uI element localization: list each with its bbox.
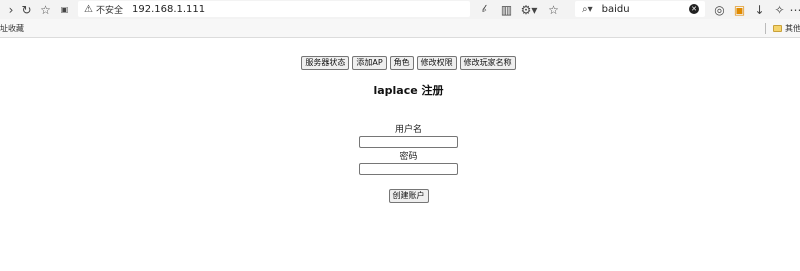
security-label[interactable]: 不安全 [96,3,123,16]
username-label: 用户名 [394,125,422,135]
search-box[interactable]: ⌕▾ baidu ✕ [575,1,705,17]
nav-button-modify-permissions[interactable]: 修改权限 [416,56,457,70]
address-bar[interactable]: ⚠ 不安全 192.168.1.111 [78,1,470,17]
forward-icon[interactable]: › [6,0,16,19]
favorite-add-icon[interactable]: ☆ [547,0,560,19]
clear-search-icon[interactable]: ✕ [689,4,699,14]
nav-bar: 服务器状态 添加AP 角色 修改权限 修改玩家名称 [0,56,800,70]
more-icon[interactable]: ⋯ [790,0,800,19]
reader-view-icon[interactable]: ▥ [500,0,513,19]
password-label: 密码 [399,152,418,162]
collection-icon[interactable]: ▣ [733,0,746,19]
extensions-dropdown-icon[interactable]: ⚙▾ [520,0,538,19]
create-account-row: 创建账户 [0,189,800,203]
url-text[interactable]: 192.168.1.111 [132,4,205,15]
warning-icon[interactable]: ⚠ [84,4,93,15]
folder-icon[interactable] [773,25,782,32]
username-field[interactable] [359,136,458,148]
browser-toolbar: › ↻ ☆ ▣ ⚠ 不安全 192.168.1.111 𝒷 ▥ ⚙▾ ☆ ⌕▾ … [0,0,800,19]
reload-icon[interactable]: ↻ [20,0,33,19]
search-icon[interactable]: ⌕▾ [582,4,593,15]
star-icon[interactable]: ☆ [39,0,52,19]
puzzle-extension-icon[interactable]: ✧ [773,0,786,19]
page-title: laplace 注册 [373,84,444,97]
nav-button-server-status[interactable]: 服务器状态 [301,56,350,70]
bookmark-other-folder[interactable]: 其他 [785,23,800,34]
screenshot-icon[interactable]: ◎ [713,0,726,19]
bookmarks-bar: 址收藏 其他 [0,19,800,38]
download-icon[interactable]: ↓ [753,0,766,19]
read-mode-icon[interactable]: 𝒷 [478,0,490,19]
nav-button-rename-player[interactable]: 修改玩家名称 [459,56,516,70]
bookmark-import-link[interactable]: 址收藏 [0,23,24,34]
create-account-button[interactable]: 创建账户 [388,189,429,203]
search-input[interactable]: baidu [602,4,630,15]
shield-icon[interactable]: ▣ [58,0,71,19]
bookmark-divider [765,23,766,34]
nav-button-add-ap[interactable]: 添加AP [352,56,387,70]
password-field[interactable] [359,163,458,175]
nav-button-role[interactable]: 角色 [389,56,414,70]
